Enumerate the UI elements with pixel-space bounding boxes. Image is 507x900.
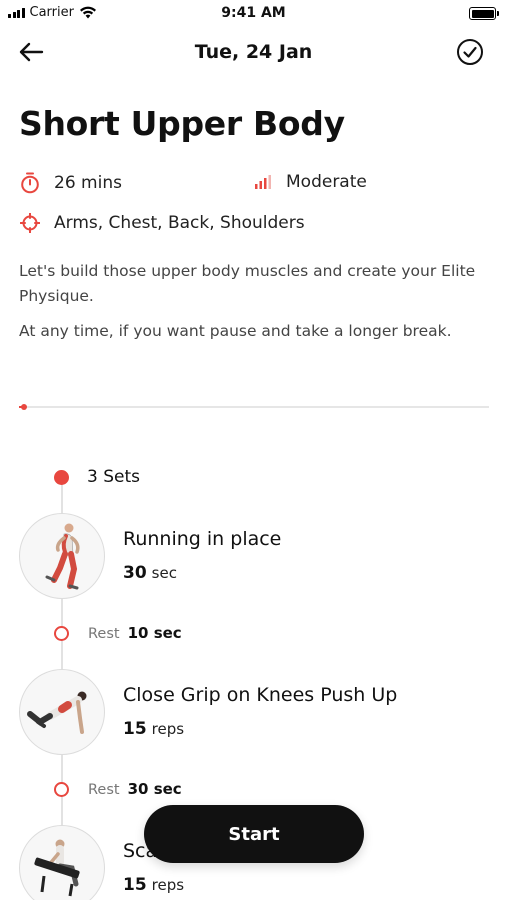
sets-indicator-dot [54, 470, 69, 485]
workout-progress-bar [19, 404, 489, 410]
duration-value: 26 mins [54, 173, 122, 193]
rest-indicator-dot [54, 626, 69, 641]
signal-bars-icon [255, 175, 271, 189]
exercise-amount-value: 15 [123, 875, 147, 895]
rest-label: Rest [88, 782, 120, 798]
muscles-row: Arms, Chest, Back, Shoulders [20, 213, 305, 233]
exercise-amount: 30 sec [123, 563, 177, 583]
status-bar: Carrier 9:41 AM [0, 0, 507, 26]
target-icon [20, 213, 40, 233]
rest-indicator-dot [54, 782, 69, 797]
exercise-name[interactable]: Close Grip on Knees Push Up [123, 684, 397, 706]
exercise-thumbnail-bench[interactable] [19, 825, 105, 900]
duration-row: 26 mins [20, 172, 122, 194]
battery-icon [469, 7, 499, 20]
rest-label: Rest [88, 626, 120, 642]
exercise-amount: 15 reps [123, 875, 184, 895]
rest-duration: 10 sec [127, 624, 182, 642]
progress-indicator [20, 404, 27, 410]
nav-bar: Tue, 24 Jan [0, 30, 507, 74]
start-button[interactable]: Start [144, 805, 364, 863]
rest-duration: 30 sec [127, 780, 182, 798]
back-button[interactable] [14, 38, 48, 66]
check-circle-icon [457, 39, 483, 65]
muscles-value: Arms, Chest, Back, Shoulders [54, 213, 305, 233]
page-date-title: Tue, 24 Jan [194, 41, 313, 63]
exercise-amount: 15 reps [123, 719, 184, 739]
rest-row: Rest 30 sec [88, 780, 182, 798]
exercise-name[interactable]: Running in place [123, 528, 281, 550]
status-time: 9:41 AM [221, 5, 286, 21]
description-break-text: At any time, if you want pause and take … [19, 322, 452, 340]
arrow-left-icon [19, 42, 44, 62]
exercise-thumbnail-pushup[interactable] [19, 669, 105, 755]
difficulty-row: Moderate [254, 172, 367, 192]
stopwatch-icon [21, 172, 39, 194]
difficulty-value: Moderate [286, 172, 367, 192]
description-text: Let's build those upper body muscles and… [19, 262, 476, 305]
exercise-amount-unit: reps [151, 876, 185, 894]
rest-row: Rest 10 sec [88, 624, 182, 642]
exercise-amount-unit: sec [151, 564, 177, 582]
exercise-thumbnail-running[interactable] [19, 513, 105, 599]
complete-button[interactable] [455, 37, 485, 67]
exercise-amount-unit: reps [151, 720, 185, 738]
workout-title: Short Upper Body [19, 104, 345, 143]
exercise-amount-value: 30 [123, 563, 147, 583]
exercise-amount-value: 15 [123, 719, 147, 739]
sets-label: 3 Sets [87, 467, 140, 487]
